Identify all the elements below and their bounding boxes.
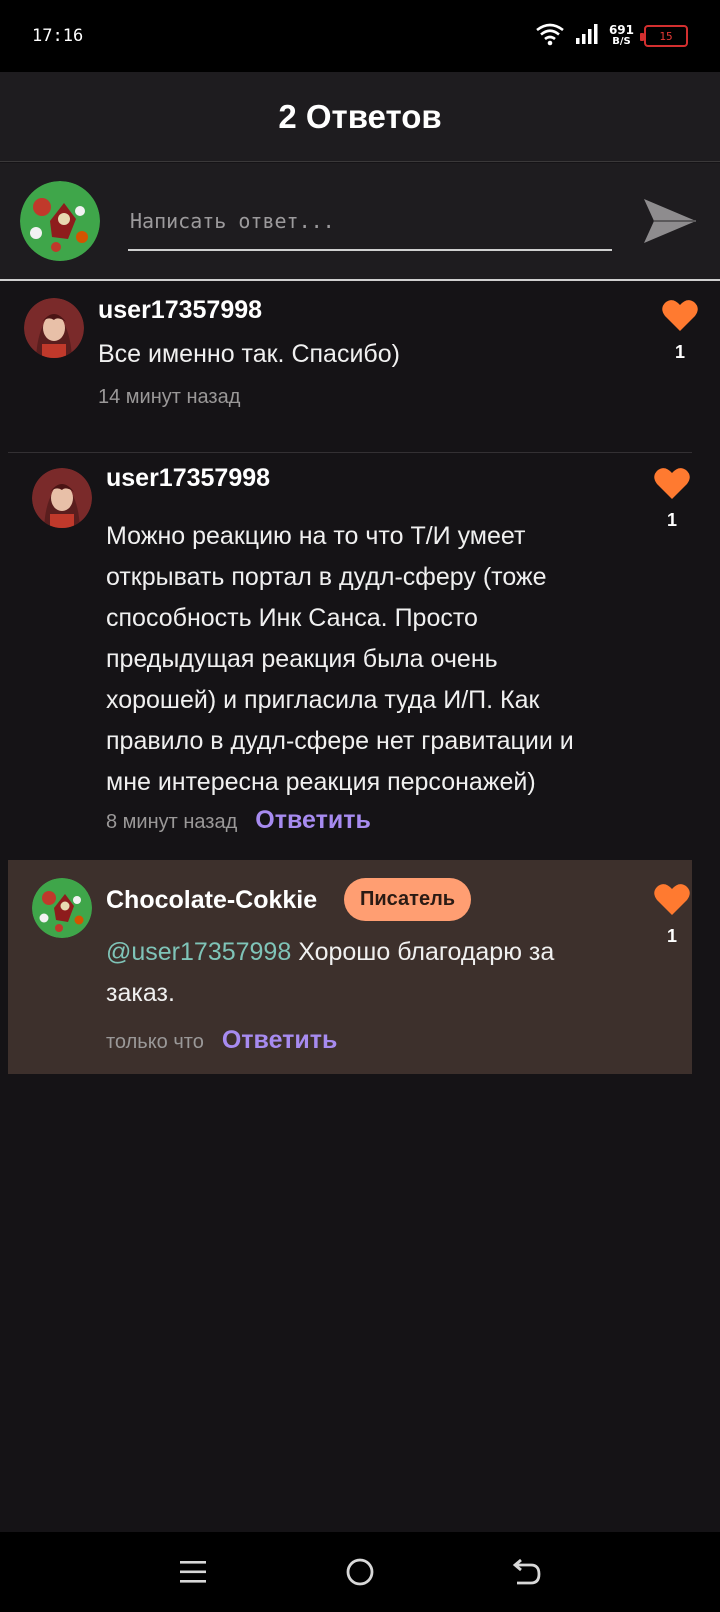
writer-badge: Писатель [344, 878, 472, 921]
reply-composer [0, 163, 720, 281]
comment-item: user17357998 Все именно так. Спасибо) 14… [0, 282, 720, 452]
heart-icon [654, 884, 690, 915]
mention-link[interactable]: @user17357998 [106, 938, 291, 966]
back-button[interactable] [507, 1552, 547, 1592]
home-button[interactable] [340, 1552, 380, 1592]
like-button[interactable]: 1 [650, 882, 694, 947]
wifi-icon [535, 22, 565, 50]
like-count: 1 [674, 342, 685, 362]
avatar[interactable] [32, 878, 92, 938]
comment-meta: 14 минут назад [98, 386, 240, 409]
status-time: 17:16 [32, 26, 84, 46]
like-count: 1 [666, 926, 677, 946]
comment-username[interactable]: Chocolate-Cokkie [106, 886, 317, 915]
page-title: 2 Ответов [278, 97, 442, 135]
comment-meta: 8 минут назад Ответить [106, 806, 371, 835]
header: 2 Ответов [0, 72, 720, 162]
status-icons: 691 B/S 15 [535, 22, 688, 50]
home-icon [346, 1558, 374, 1586]
comment-username[interactable]: user17357998 [106, 464, 270, 493]
status-bar: 17:16 691 B/S 15 [0, 0, 720, 72]
comment-text: Все именно так. Спасибо) [98, 340, 400, 368]
menu-button[interactable] [173, 1552, 213, 1592]
comment-time: 8 минут назад [106, 811, 238, 833]
comment-meta: только что Ответить [106, 1026, 337, 1055]
comment-item: Chocolate-Cokkie Писатель @user17357998 … [0, 860, 720, 1074]
like-button[interactable]: 1 [650, 466, 694, 531]
menu-icon [180, 1561, 207, 1583]
my-avatar[interactable] [20, 181, 100, 261]
signal-icon [575, 23, 599, 49]
comment-time: 14 минут назад [98, 386, 241, 408]
reply-input[interactable] [128, 193, 612, 251]
send-icon [644, 199, 696, 243]
reply-link[interactable]: Ответить [222, 1026, 338, 1055]
network-speed: 691 B/S [608, 23, 634, 47]
comment-text: Можно реакцию на то что Т/И умеет открыв… [106, 522, 574, 796]
heart-icon [654, 468, 690, 499]
heart-icon [662, 300, 698, 331]
comment-text: @user17357998 Хорошо благодарю за заказ. [106, 938, 555, 1007]
avatar[interactable] [24, 298, 84, 358]
comment-time: только что [106, 1031, 204, 1053]
like-button[interactable]: 1 [658, 298, 702, 363]
system-nav-bar [0, 1532, 720, 1612]
back-icon [512, 1558, 541, 1585]
battery-icon: 15 [640, 25, 688, 47]
avatar[interactable] [32, 468, 92, 528]
like-count: 1 [666, 510, 677, 530]
comment-username[interactable]: user17357998 [98, 296, 262, 325]
comment-item: user17357998 Можно реакцию на то что Т/И… [0, 452, 720, 852]
send-button[interactable] [640, 191, 700, 251]
reply-link[interactable]: Ответить [255, 806, 371, 835]
